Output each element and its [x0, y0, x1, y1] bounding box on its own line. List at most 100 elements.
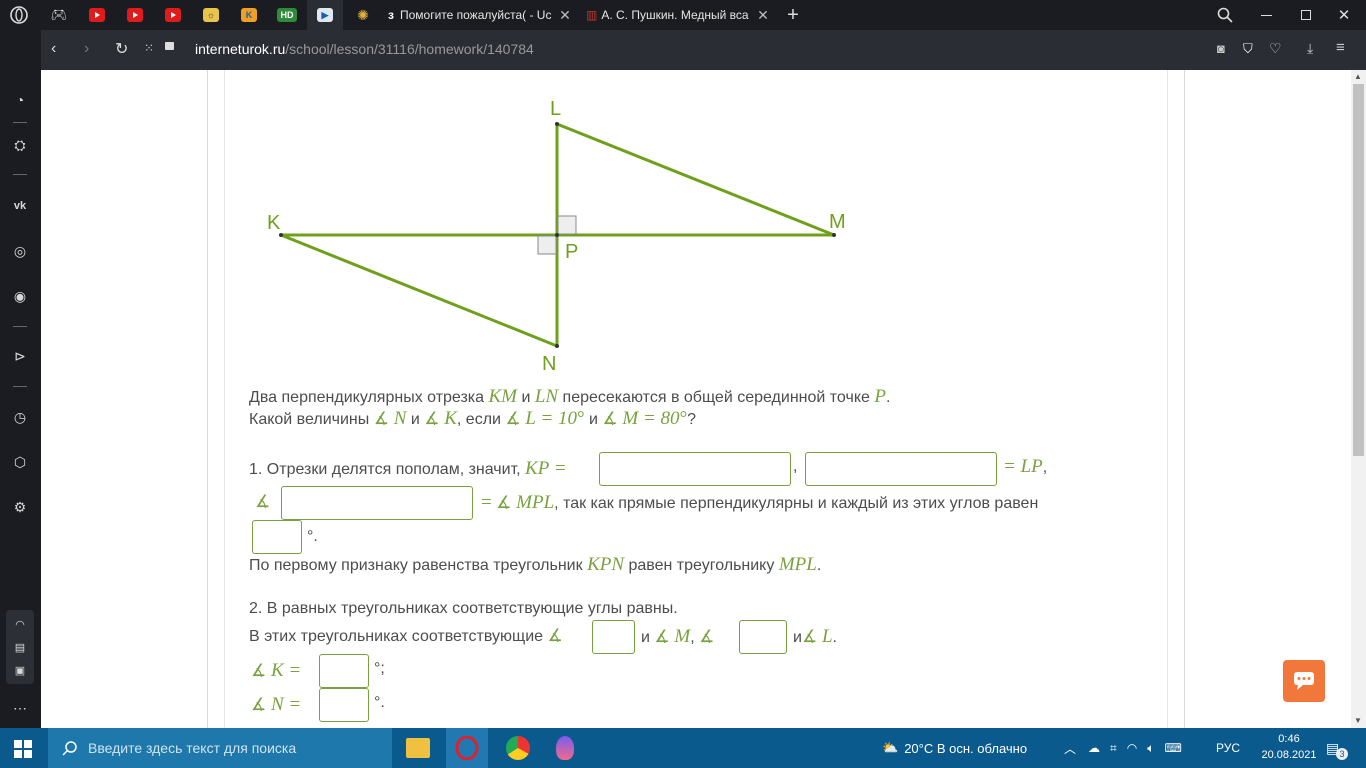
shield-icon[interactable]: ⛉ — [1243, 41, 1253, 57]
back-arrow-icon: ‹ — [51, 40, 57, 57]
file-explorer-icon[interactable] — [406, 738, 430, 758]
tab-pomogite[interactable]: з Помогите пожалуйста( - Uc — [388, 0, 580, 30]
reload-button[interactable]: ↻ — [115, 39, 128, 59]
taskbar-search-input[interactable]: Введите здесь текст для поиска — [48, 728, 392, 768]
tab-hd[interactable]: HD — [272, 0, 302, 30]
label-l: L — [550, 98, 561, 120]
tab-gamepad[interactable]: 🎮︎ — [44, 0, 74, 30]
keyboard-icon[interactable]: ⌨ — [1164, 741, 1181, 755]
weather-widget[interactable]: ⛅ 20°C В осн. облачно — [882, 728, 1027, 768]
answer-input-3[interactable] — [281, 486, 473, 520]
tab-label: Помогите пожалуйста( - Uc — [399, 8, 552, 22]
grid-dots-icon: ⁙ — [144, 41, 155, 55]
close-window-button[interactable]: ✕ — [1334, 0, 1354, 30]
url-domain: interneturok.ru — [195, 41, 286, 57]
k-icon: K — [241, 8, 257, 22]
chrome-icon[interactable] — [506, 736, 530, 760]
memory-icon[interactable]: ▤ — [10, 637, 30, 657]
search-placeholder: Введите здесь текст для поиска — [88, 740, 297, 756]
answer-input-4[interactable] — [252, 520, 302, 554]
player-icon[interactable]: ⊳ — [10, 346, 30, 366]
windows-taskbar: Введите здесь текст для поиска ⛅ 20°C В о… — [0, 728, 1366, 768]
degree-dot: °. — [307, 528, 318, 545]
app-flame-icon[interactable] — [556, 736, 574, 760]
history-icon[interactable]: ◷ — [10, 407, 30, 427]
status-panel: ◠ ▤ ▣ — [6, 610, 34, 684]
tab-film[interactable]: ✺ — [348, 0, 378, 30]
back-button[interactable]: ‹ — [51, 40, 56, 58]
tab-close-button[interactable]: ✕ — [558, 0, 572, 30]
wifi-icon[interactable]: ◠ — [10, 614, 30, 634]
answer-input-6[interactable] — [739, 620, 787, 654]
tab-pushkin[interactable]: ▥ А. С. Пушкин. Медный вса — [586, 0, 766, 30]
tab-interneturok-active[interactable]: ▶ — [307, 0, 343, 30]
heart-icon[interactable]: ♡ — [1269, 40, 1282, 57]
plus-icon: + — [787, 3, 799, 26]
label-n: N — [542, 353, 556, 375]
tab-youtube-3[interactable] — [158, 0, 188, 30]
right-angle-mark — [537, 235, 557, 255]
tab-youtube-2[interactable] — [120, 0, 150, 30]
label-m: M — [829, 211, 846, 233]
answer-input-7[interactable] — [319, 654, 369, 688]
chat-button[interactable] — [1283, 660, 1325, 702]
page-scrollbar[interactable]: ▲ ▼ — [1351, 70, 1366, 728]
tab-k[interactable]: K — [234, 0, 264, 30]
windows-start-button[interactable] — [14, 740, 32, 763]
znanija-icon: з — [388, 8, 394, 22]
notifications-button[interactable]: ▤ 3 — [1326, 740, 1348, 760]
close-icon: ✕ — [559, 6, 571, 23]
onedrive-cloud-icon[interactable]: ☁ — [1088, 741, 1100, 755]
restore-button[interactable] — [1296, 0, 1316, 30]
tab-close-button[interactable]: ✕ — [756, 0, 770, 30]
tab-youtube-1[interactable] — [82, 0, 112, 30]
url-field[interactable]: interneturok.ru/school/lesson/31116/home… — [195, 41, 534, 57]
answer-input-2[interactable] — [805, 452, 997, 486]
language-indicator[interactable]: РУС — [1216, 728, 1240, 768]
more-options-icon[interactable]: ⋯ — [10, 698, 30, 718]
wifi-icon[interactable]: ◠ — [1127, 741, 1137, 755]
minimize-icon — [1260, 14, 1272, 16]
opera-icon — [455, 736, 479, 760]
vk-icon[interactable]: vk — [10, 196, 30, 216]
scroll-up-icon[interactable]: ▲ — [1354, 72, 1362, 81]
network-icon[interactable]: ⌗ — [1110, 741, 1117, 756]
answer-input-5[interactable] — [592, 620, 635, 654]
scrollbar-thumb[interactable] — [1353, 84, 1364, 456]
chevron-up-icon[interactable]: ︿ — [1064, 740, 1076, 757]
answer-input-8[interactable] — [319, 688, 369, 722]
opera-logo-icon[interactable] — [8, 0, 30, 30]
tab-sun-game[interactable]: ☼ — [196, 0, 226, 30]
restore-icon — [1301, 10, 1311, 20]
cpu-icon[interactable]: ▣ — [10, 660, 30, 680]
tab-bar: 🎮︎ ☼ K HD ▶ ✺ з Помогите пожалуйста( - U… — [0, 0, 1366, 30]
youtube-icon — [89, 8, 105, 22]
search-icon — [62, 741, 77, 756]
clock-date: 20.08.2021 — [1261, 749, 1317, 761]
browser-sidebar: ◔ ⛭ vk ◎ ◉ ⊳ ◷ ⬡ ⚙ ◠ ▤ ▣ ⋯ — [0, 30, 41, 728]
instagram-icon[interactable]: ◎ — [10, 241, 30, 261]
discord-icon[interactable]: ◉ — [10, 286, 30, 306]
extensions-cube-icon[interactable]: ⬡ — [10, 452, 30, 472]
speed-dial-icon[interactable]: ◔ — [10, 90, 30, 110]
tray-icons: ︿ ☁ ⌗ ◠ 🔈︎ ⌨ — [1064, 728, 1182, 768]
camera-icon[interactable]: ◙ — [1217, 41, 1225, 56]
degree-semicolon: °; — [374, 660, 385, 677]
divider — [13, 122, 27, 123]
scroll-down-icon[interactable]: ▼ — [1354, 716, 1362, 725]
clock[interactable]: 0:46 20.08.2021 — [1258, 731, 1320, 763]
answer-input-1[interactable] — [599, 452, 791, 486]
menu-icon[interactable]: ≡ — [1336, 39, 1345, 56]
shopping-bag-icon[interactable]: ⛭ — [10, 135, 30, 155]
minimize-button[interactable] — [1256, 0, 1276, 30]
label-k: K — [267, 212, 281, 234]
step2-text: 2. В равных треугольниках соответствующи… — [249, 600, 678, 617]
new-tab-button[interactable]: + — [782, 0, 804, 30]
taskbar-opera[interactable] — [446, 728, 488, 768]
and-l-text: и∡ L. — [793, 626, 837, 647]
volume-icon[interactable]: 🔈︎ — [1147, 741, 1154, 756]
settings-gear-icon[interactable]: ⚙ — [10, 497, 30, 517]
tab-search-button[interactable] — [1214, 0, 1236, 30]
download-icon[interactable]: ⤓ — [1307, 40, 1313, 57]
forward-button[interactable]: › — [84, 40, 89, 58]
